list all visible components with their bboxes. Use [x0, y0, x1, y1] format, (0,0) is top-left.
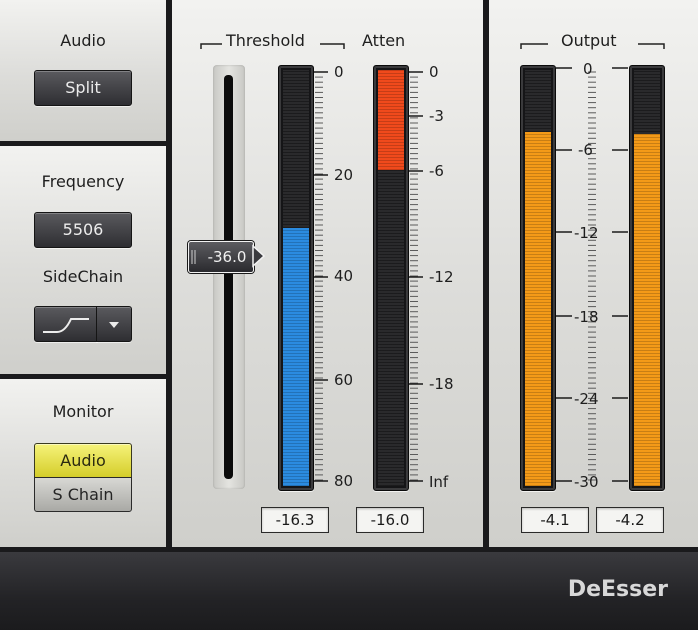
chevron-down-icon [109, 322, 119, 328]
atten-scale-12: -12 [429, 268, 454, 286]
threshold-scale-60: 60 [334, 371, 354, 389]
output-left-meter-fill [525, 132, 551, 486]
frequency-value-field[interactable]: 5506 [34, 212, 132, 248]
atten-scale-0: 0 [429, 63, 439, 81]
output-scale-12: -12 [574, 224, 599, 242]
threshold-scale-0: 0 [334, 63, 344, 81]
output-right-meter [629, 65, 665, 491]
threshold-bracket-left [200, 43, 222, 49]
grip-icon [191, 250, 196, 264]
output-scale-6: -6 [578, 141, 593, 159]
threshold-scale-80: 80 [334, 472, 354, 490]
highpass-curve-icon [43, 318, 89, 333]
threshold-scale-40: 40 [334, 267, 354, 285]
output-left-readout: -4.1 [521, 507, 589, 533]
threshold-meter [278, 65, 314, 491]
monitor-heading: Monitor [52, 402, 114, 421]
threshold-readout: -16.3 [261, 507, 329, 533]
atten-scale-inf: Inf [429, 473, 449, 491]
atten-meter-fill [378, 70, 404, 170]
threshold-heading: Threshold [226, 31, 305, 50]
output-scale-0: 0 [583, 60, 593, 78]
frequency-heading: Frequency [41, 172, 125, 191]
output-right-readout: -4.2 [596, 507, 664, 533]
threshold-slider-groove [224, 75, 233, 479]
output-bracket-left [520, 43, 548, 49]
audio-mode-button[interactable]: Split [34, 70, 132, 106]
output-scale-18: -18 [574, 308, 599, 326]
output-scale-24: -24 [574, 390, 599, 408]
scale-ticks [314, 71, 328, 482]
atten-meter [373, 65, 409, 491]
audio-heading: Audio [60, 31, 106, 50]
plugin-title: DeEsser [567, 577, 668, 602]
atten-scale-3: -3 [429, 107, 444, 125]
atten-scale-6: -6 [429, 162, 444, 180]
atten-readout: -16.0 [356, 507, 424, 533]
output-right-meter-fill [634, 134, 660, 486]
sidechain-filter-button[interactable] [34, 306, 98, 342]
threshold-meter-fill [283, 228, 309, 486]
output-scale-30: -30 [574, 473, 599, 491]
sidechain-heading: SideChain [42, 267, 124, 286]
sidechain-dropdown-button[interactable] [96, 306, 132, 342]
slider-pointer-icon [252, 244, 266, 268]
threshold-slider-handle[interactable]: -36.0 [188, 241, 254, 273]
threshold-slider-value: -36.0 [207, 248, 247, 266]
monitor-audio-button[interactable]: Audio [34, 443, 132, 478]
output-left-meter [520, 65, 556, 491]
monitor-schain-button[interactable]: S Chain [34, 477, 132, 512]
threshold-scale-20: 20 [334, 166, 354, 184]
scale-ticks [409, 71, 423, 482]
atten-scale-18: -18 [429, 375, 454, 393]
output-bracket-right [638, 43, 665, 49]
atten-heading: Atten [362, 31, 406, 50]
